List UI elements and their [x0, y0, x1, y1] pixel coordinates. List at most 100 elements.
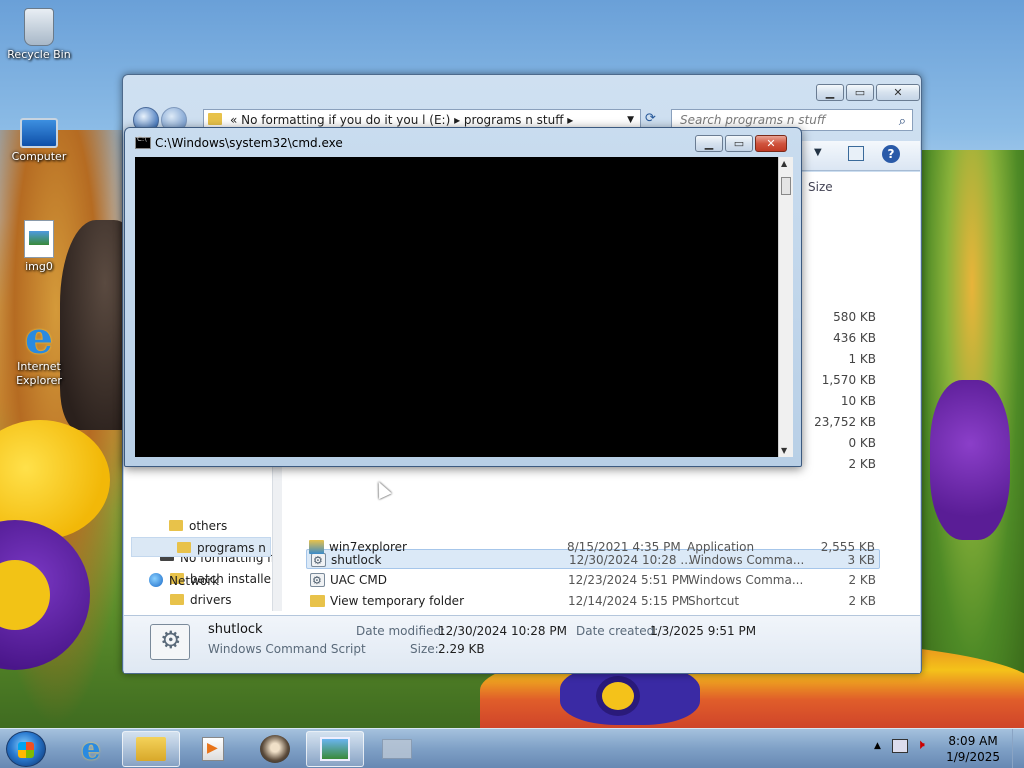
internet-explorer-icon: e [81, 731, 101, 767]
file-name: shutlock [331, 553, 382, 567]
close-icon: ✕ [766, 137, 776, 150]
volume-muted-icon[interactable]: 🕨 [916, 737, 925, 753]
nav-item-label: No formatting if [180, 551, 272, 565]
system-tray: ▲ 🕨 8:09 AM 1/9/2025 [864, 729, 1024, 768]
nav-item-batch-installers[interactable]: batch installers [124, 569, 272, 589]
close-icon: ✕ [893, 86, 903, 99]
desktop-icon-computer[interactable]: Computer [2, 112, 76, 164]
scroll-thumb[interactable] [781, 177, 791, 195]
minimize-icon: ▁ [825, 86, 835, 99]
refresh-icon[interactable]: ⟳ [645, 111, 656, 126]
file-type: Windows Comma... [689, 553, 805, 567]
details-modified-label: Date modified: [356, 624, 446, 638]
cmd-maximize-button[interactable]: ▭ [725, 135, 753, 152]
details-created-value: 1/3/2025 9:51 PM [650, 624, 757, 638]
desktop-icon-img0[interactable]: img0 [2, 220, 76, 274]
cmd-close-button[interactable]: ✕ [755, 135, 787, 152]
cmd-caption-buttons: ▁ ▭ ✕ [695, 135, 787, 152]
taskbar: e ▲ 🕨 8:09 AM 1/9/2025 [0, 728, 1024, 768]
taskbar-cmd[interactable] [368, 731, 426, 767]
computer-icon [20, 118, 58, 148]
desktop-icon-label: Internet Explorer [16, 360, 62, 387]
details-modified-value: 12/30/2024 10:28 PM [438, 624, 567, 638]
cmd-window[interactable]: C:\Windows\system32\cmd.exe ▁ ▭ ✕ ▲ ▼ [124, 127, 802, 467]
clock-date: 1/9/2025 [946, 750, 1000, 764]
network-status-icon[interactable] [892, 739, 908, 753]
file-size: 2 KB [848, 594, 876, 608]
close-button[interactable]: ✕ [876, 84, 920, 101]
file-name: View temporary folder [330, 594, 464, 608]
address-text: « No formatting if you do it you l (E:) … [230, 113, 574, 127]
desktop-icon-label: Computer [11, 150, 67, 163]
file-row-uac-cmd[interactable]: UAC CMD 12/23/2024 5:51 PM Windows Comma… [306, 570, 880, 591]
file-type: Shortcut [688, 594, 740, 608]
details-file-type: Windows Command Script [208, 642, 366, 656]
wallpaper-purple-figure [930, 380, 1010, 540]
show-desktop-button[interactable] [1012, 729, 1024, 768]
desktop-icon-label: Recycle Bin [7, 48, 71, 61]
details-size-label: Size: [410, 642, 439, 656]
taskbar-raccoon-app[interactable] [246, 731, 304, 767]
maximize-icon: ▭ [733, 137, 745, 150]
file-name: UAC CMD [330, 573, 387, 587]
file-type: Windows Comma... [688, 573, 804, 587]
file-date: 12/14/2024 5:15 PM [568, 594, 690, 608]
cmd-window-title: C:\Windows\system32\cmd.exe [155, 136, 343, 150]
taskbar-media-player[interactable] [184, 731, 242, 767]
view-options-icon[interactable]: ▼ [814, 147, 822, 158]
cmd-minimize-button[interactable]: ▁ [695, 135, 723, 152]
maximize-button[interactable]: ▭ [846, 84, 874, 101]
nav-item-drivers[interactable]: drivers [124, 590, 272, 610]
file-size: 2 KB [848, 573, 876, 587]
folder-icon [170, 573, 184, 584]
raccoon-icon [260, 735, 290, 763]
system-clock[interactable]: 8:09 AM 1/9/2025 [946, 733, 1000, 765]
recycle-bin-icon [24, 8, 54, 46]
help-icon[interactable]: ? [882, 145, 900, 163]
console-icon [135, 135, 151, 149]
drive-icon [160, 555, 174, 561]
windows-explorer-icon [136, 737, 166, 761]
internet-explorer-icon: e [25, 313, 53, 364]
file-size: 3 KB [847, 553, 875, 567]
search-placeholder: Search programs n stuff [680, 113, 826, 127]
details-created-label: Date created: [576, 624, 659, 638]
script-icon [310, 571, 325, 591]
scroll-down-icon[interactable]: ▼ [781, 446, 787, 455]
file-row-view-temporary-folder[interactable]: View temporary folder 12/14/2024 5:15 PM… [306, 591, 880, 611]
nav-item-label: batch installers [190, 572, 272, 586]
start-button[interactable] [6, 731, 46, 767]
folder-icon [208, 113, 222, 125]
preview-pane-icon[interactable] [848, 146, 864, 161]
console-output-area[interactable] [135, 157, 778, 457]
file-date: 12/23/2024 5:51 PM [568, 573, 690, 587]
console-scrollbar[interactable]: ▲ ▼ [778, 157, 793, 457]
search-icon[interactable]: ⌕ [899, 112, 906, 132]
scroll-up-icon[interactable]: ▲ [781, 159, 787, 168]
clock-time: 8:09 AM [948, 734, 998, 748]
folder-icon [170, 594, 184, 605]
file-row-shutlock[interactable]: shutlock 12/30/2024 10:28 ... Windows Co… [306, 549, 880, 571]
console-icon [382, 739, 412, 759]
minimize-icon: ▁ [704, 137, 714, 150]
script-icon [311, 551, 326, 571]
media-player-icon [202, 737, 224, 761]
folder-shortcut-icon [310, 595, 325, 607]
column-header-size[interactable]: Size [808, 180, 833, 194]
file-date: 12/30/2024 10:28 ... [569, 553, 692, 567]
minimize-button[interactable]: ▁ [816, 84, 844, 101]
explorer-caption-buttons: ▁ ▭ ✕ [816, 84, 920, 101]
desktop-icon-recycle-bin[interactable]: Recycle Bin [2, 8, 76, 62]
show-hidden-icons-icon[interactable]: ▲ [874, 741, 881, 751]
details-size-value: 2.29 KB [438, 642, 485, 656]
picture-icon [320, 737, 350, 761]
desktop-icon-label: img0 [25, 260, 53, 273]
taskbar-picture-viewer[interactable] [306, 731, 364, 767]
script-icon [150, 624, 190, 660]
nav-item-label: drivers [190, 593, 232, 607]
wallpaper-pot-ring [596, 676, 640, 716]
taskbar-windows-explorer[interactable] [122, 731, 180, 767]
desktop-icon-internet-explorer[interactable]: e Internet Explorer [2, 313, 76, 388]
nav-item-drive[interactable]: No formatting if [124, 548, 272, 568]
taskbar-internet-explorer[interactable]: e [62, 731, 120, 767]
